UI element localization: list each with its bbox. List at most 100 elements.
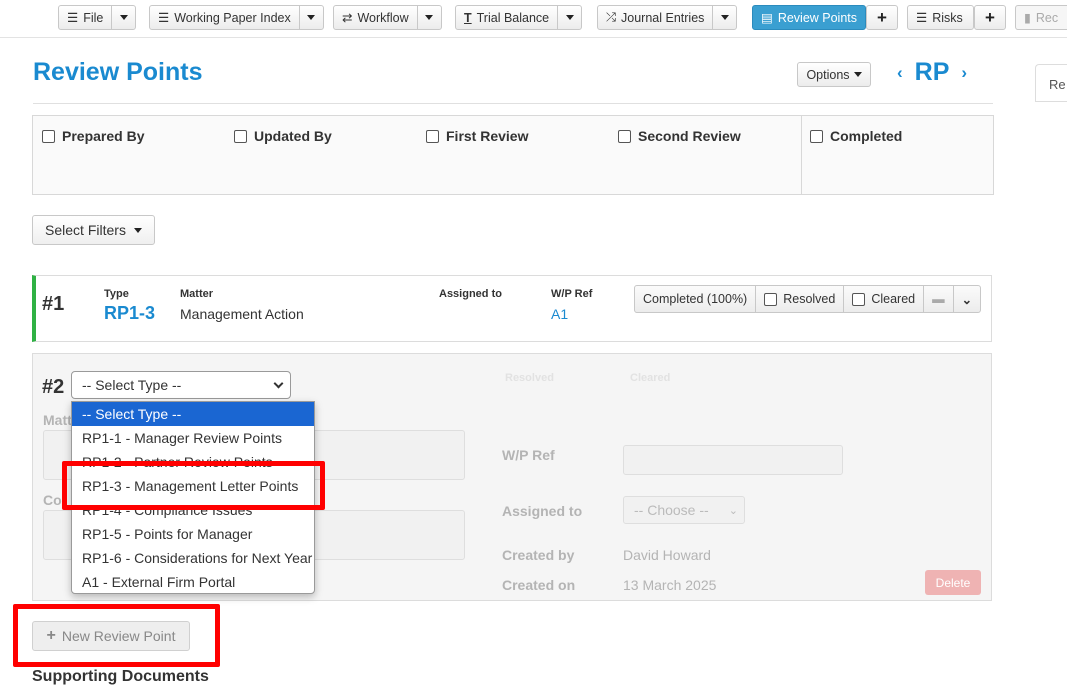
created-on-value: 13 March 2025 [623, 577, 717, 593]
journal-entries-dropdown-toggle[interactable] [712, 6, 736, 29]
risks-tab[interactable]: ☰ Risks [907, 5, 974, 30]
wp-ref-input[interactable] [623, 445, 843, 475]
retweet-icon: ⇄ [342, 11, 353, 25]
working-paper-index-label: Working Paper Index [174, 10, 291, 25]
filter-first-review[interactable]: First Review [426, 128, 528, 144]
chevron-down-icon: ⌄ [961, 292, 973, 307]
chevron-right-icon[interactable]: › [961, 63, 967, 83]
expand-button[interactable]: ⌄ [954, 286, 980, 312]
comment-button[interactable]: ▬ [924, 286, 954, 312]
file-dropdown-toggle[interactable] [111, 6, 135, 29]
resolved-toggle[interactable]: Resolved [756, 286, 845, 312]
checkbox[interactable] [810, 129, 823, 143]
add-risk-button[interactable]: + [974, 5, 1006, 30]
file-button-group[interactable]: ☰ File [58, 5, 137, 30]
wp-ref-link[interactable]: A1 [551, 306, 568, 322]
working-paper-index-button-group[interactable]: ☰ Working Paper Index [149, 5, 324, 30]
journal-entries-label: Journal Entries [621, 10, 705, 25]
matter-label: Matt [43, 412, 72, 428]
file-label: File [83, 10, 104, 25]
type-option-management-letter[interactable]: RP1-3 - Management Letter Points [72, 474, 314, 498]
select-filters-button[interactable]: Select Filters [32, 215, 155, 245]
select-type-dropdown[interactable]: -- Select Type -- [71, 371, 291, 399]
type-label: Type [104, 288, 129, 300]
filter-prepared-by[interactable]: Prepared By [42, 128, 144, 144]
checkbox[interactable] [852, 292, 866, 306]
checkbox[interactable] [42, 129, 55, 143]
chevron-down-icon: ⌄ [728, 504, 738, 517]
plus-icon: + [46, 627, 56, 644]
wp-ref-label: W/P Ref [502, 447, 555, 463]
select-type-value: -- Select Type -- [82, 377, 182, 393]
add-review-point-button[interactable]: + [866, 5, 898, 30]
type-option[interactable]: RP1-1 - Manager Review Points [72, 426, 314, 450]
new-review-point-button[interactable]: + New Review Point [32, 621, 190, 651]
list-icon: ☰ [916, 11, 928, 25]
assigned-to-select[interactable]: -- Choose -- ⌄ [623, 496, 745, 524]
type-option[interactable]: RP1-6 - Considerations for Next Year [72, 546, 314, 570]
type-option[interactable]: -- Select Type -- [72, 402, 314, 426]
caret-down-icon [853, 72, 862, 77]
working-paper-index-dropdown-toggle[interactable] [298, 6, 323, 29]
assigned-to-value: -- Choose -- [634, 502, 709, 518]
text-height-icon: T [464, 10, 472, 25]
select-filters-label: Select Filters [45, 222, 126, 238]
review-points-label: Review Points [777, 10, 858, 25]
workflow-button-group[interactable]: ⇄ Workflow [333, 5, 442, 30]
rec-tab[interactable]: ▮ Rec [1015, 5, 1067, 30]
filter-label: First Review [446, 128, 529, 144]
type-option[interactable]: A1 - External Firm Portal [72, 570, 314, 594]
status-button-group: Completed (100%) Resolved Cleared ▬ ⌄ [634, 285, 982, 313]
type-option[interactable]: RP1-5 - Points for Manager [72, 522, 314, 546]
wp-ref-label: W/P Ref [551, 288, 593, 300]
status-completed[interactable]: Completed (100%) [635, 286, 757, 312]
matter-value: Management Action [180, 306, 304, 322]
workflow-dropdown-toggle[interactable] [416, 6, 441, 29]
file-icon: ▮ [1024, 11, 1031, 25]
caret-down-icon [425, 15, 434, 20]
trial-balance-button-group[interactable]: T Trial Balance [455, 5, 583, 30]
filter-updated-by[interactable]: Updated By [234, 128, 332, 144]
ghost-cleared: Cleared [630, 372, 671, 384]
cleared-label: Cleared [871, 292, 916, 306]
checkbox[interactable] [764, 292, 778, 306]
filter-label: Prepared By [62, 128, 145, 144]
type-option[interactable]: RP1-4 - Compliance Issues [72, 498, 314, 522]
chevron-down-icon [273, 378, 284, 388]
checkbox[interactable] [426, 129, 439, 143]
review-point-number: #2 [42, 376, 65, 398]
trial-balance-dropdown-toggle[interactable] [557, 6, 581, 29]
cleared-toggle[interactable]: Cleared [844, 286, 925, 312]
type-option[interactable]: RP1-2 - Partner Review Points [72, 450, 314, 474]
list-icon: ☰ [67, 11, 79, 25]
divider [33, 103, 993, 104]
filter-label: Second Review [638, 128, 741, 144]
type-value-link[interactable]: RP1-3 [104, 303, 155, 324]
options-label: Options [806, 67, 850, 82]
chevron-left-icon[interactable]: ‹ [897, 63, 903, 83]
review-point-number: #1 [42, 293, 65, 315]
delete-button[interactable]: Delete [925, 570, 981, 595]
matter-label: Matter [180, 288, 214, 300]
options-button[interactable]: Options [797, 62, 871, 87]
list-alt-icon: ▤ [761, 11, 773, 25]
journal-entries-button-group[interactable]: ⤮ Journal Entries [597, 5, 738, 30]
filter-completed[interactable]: Completed [810, 128, 902, 144]
status-label: Completed (100%) [643, 292, 748, 306]
trial-balance-label: Trial Balance [476, 10, 550, 25]
review-points-tab[interactable]: ▤ Review Points [752, 5, 866, 30]
checkbox[interactable] [618, 129, 631, 143]
assigned-to-label: Assigned to [439, 288, 502, 300]
filter-second-review[interactable]: Second Review [618, 128, 741, 144]
random-icon: ⤮ [606, 10, 617, 24]
checkbox[interactable] [234, 129, 247, 143]
caret-down-icon [565, 15, 574, 20]
type-options-list: -- Select Type -- RP1-1 - Manager Review… [71, 401, 315, 594]
comment-label: Co [43, 492, 62, 508]
created-on-label: Created on [502, 577, 576, 593]
rp-code: RP [914, 58, 950, 86]
created-by-value: David Howard [623, 547, 711, 563]
plus-icon: + [985, 8, 995, 27]
filter-label: Completed [830, 128, 903, 144]
side-tab[interactable]: Re [1035, 64, 1067, 102]
